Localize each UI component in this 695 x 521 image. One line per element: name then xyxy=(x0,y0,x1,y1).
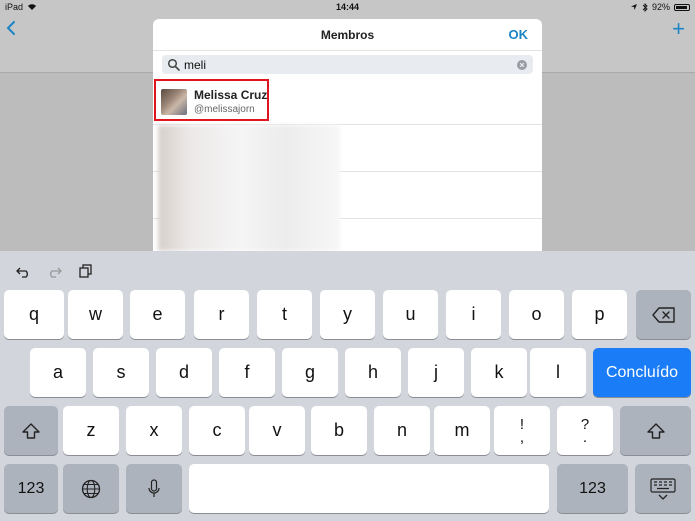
location-icon xyxy=(630,4,637,10)
search-input[interactable] xyxy=(181,56,517,73)
key-z[interactable]: z xyxy=(63,406,119,455)
numbers-key-left[interactable]: 123 xyxy=(4,464,58,513)
key-s[interactable]: s xyxy=(93,348,149,397)
key-question-period[interactable]: ? . xyxy=(557,406,613,455)
key-w[interactable]: w xyxy=(68,290,123,339)
modal-header: Membros OK xyxy=(153,19,542,51)
clear-search-icon[interactable] xyxy=(517,59,527,70)
key-m[interactable]: m xyxy=(434,406,490,455)
key-p[interactable]: p xyxy=(572,290,627,339)
key-f[interactable]: f xyxy=(219,348,275,397)
key-bottom-char: . xyxy=(582,428,588,446)
clock: 14:44 xyxy=(335,2,360,12)
key-q[interactable]: q xyxy=(4,290,64,339)
search-bar xyxy=(153,51,542,79)
key-n[interactable]: n xyxy=(374,406,430,455)
key-b[interactable]: b xyxy=(311,406,367,455)
members-modal: Membros OK Melissa Cruz @melissajorn xyxy=(153,19,542,251)
key-g[interactable]: g xyxy=(282,348,338,397)
status-bar: iPad 14:44 92% xyxy=(0,0,695,14)
shift-key-left[interactable] xyxy=(4,406,58,455)
key-d[interactable]: d xyxy=(156,348,212,397)
key-l[interactable]: l xyxy=(530,348,586,397)
ok-button[interactable]: OK xyxy=(509,27,529,42)
hide-keyboard-key[interactable] xyxy=(635,464,691,513)
key-t[interactable]: t xyxy=(257,290,312,339)
key-k[interactable]: k xyxy=(471,348,527,397)
bluetooth-icon xyxy=(642,2,648,12)
key-o[interactable]: o xyxy=(509,290,564,339)
key-i[interactable]: i xyxy=(446,290,501,339)
list-item-user[interactable]: Melissa Cruz @melissajorn xyxy=(153,78,542,125)
shift-icon xyxy=(646,422,665,439)
delete-key[interactable] xyxy=(636,290,691,339)
battery-percent: 92% xyxy=(651,2,670,12)
key-j[interactable]: j xyxy=(408,348,464,397)
key-u[interactable]: u xyxy=(383,290,438,339)
modal-title: Membros xyxy=(320,28,375,42)
battery-icon xyxy=(674,3,690,11)
done-key[interactable]: Concluído xyxy=(593,348,691,397)
key-x[interactable]: x xyxy=(126,406,182,455)
user-handle: @melissajorn xyxy=(194,104,255,115)
paste-icon[interactable] xyxy=(78,264,94,278)
globe-icon xyxy=(81,479,101,498)
key-r[interactable]: r xyxy=(194,290,249,339)
space-key[interactable] xyxy=(189,464,549,513)
key-bottom-char: , xyxy=(519,428,525,446)
globe-key[interactable] xyxy=(63,464,119,513)
keyboard-dismiss-icon xyxy=(650,477,676,500)
key-exclamation-comma[interactable]: ! , xyxy=(494,406,550,455)
keyboard: q w e r t y u i o p a s d f g h j k l Co… xyxy=(0,251,695,521)
chevron-left-icon xyxy=(6,21,15,35)
backspace-icon xyxy=(651,306,675,323)
key-h[interactable]: h xyxy=(345,348,401,397)
redo-icon[interactable] xyxy=(46,264,62,278)
numbers-key-right[interactable]: 123 xyxy=(557,464,628,513)
avatar xyxy=(161,89,187,115)
key-a[interactable]: a xyxy=(30,348,86,397)
microphone-icon xyxy=(148,478,160,497)
shift-icon xyxy=(22,422,40,439)
keyboard-toolbar xyxy=(0,251,695,289)
key-y[interactable]: y xyxy=(320,290,375,339)
blurred-image xyxy=(158,125,340,251)
back-button[interactable] xyxy=(6,18,16,40)
undo-icon[interactable] xyxy=(16,264,32,278)
key-c[interactable]: c xyxy=(189,406,245,455)
shift-key-right[interactable] xyxy=(620,406,691,455)
key-v[interactable]: v xyxy=(249,406,305,455)
results-list: Melissa Cruz @melissajorn xyxy=(153,78,542,251)
user-name: Melissa Cruz xyxy=(194,88,268,102)
search-icon xyxy=(167,58,180,71)
search-box[interactable] xyxy=(162,55,533,74)
dictation-key[interactable] xyxy=(126,464,182,513)
key-e[interactable]: e xyxy=(130,290,185,339)
add-button[interactable]: + xyxy=(672,18,685,40)
